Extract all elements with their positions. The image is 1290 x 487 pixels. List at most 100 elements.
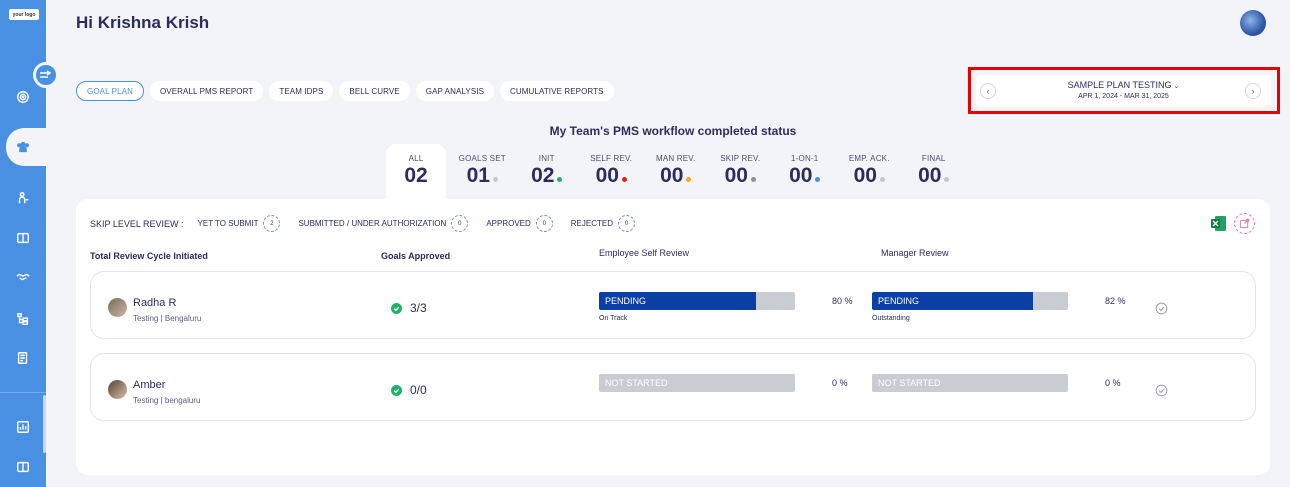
- plan-date-range: APR 1, 2024 - MAR 31, 2025: [1078, 93, 1169, 100]
- employee-row[interactable]: Amber Testing | bengaluru 0/0 NOT STARTED 0 …: [90, 353, 1256, 421]
- employee-row[interactable]: Radha R Testing | Bengaluru 3/3 PENDING 80 %…: [90, 271, 1256, 339]
- target-icon[interactable]: [14, 88, 32, 106]
- handshake-icon[interactable]: [14, 268, 32, 286]
- analytics-icon[interactable]: [14, 418, 32, 436]
- filter-submitted[interactable]: SUBMITTED / UNDER AUTHORIZATION 0: [298, 215, 469, 232]
- status-tab-goals-set[interactable]: GOALS SET 01: [450, 144, 515, 200]
- collapse-sidebar-button[interactable]: [33, 62, 59, 88]
- goals-approved-value: 3/3: [410, 301, 427, 315]
- status-value: 00: [660, 164, 684, 187]
- status-dot: [815, 177, 821, 182]
- status-label: SKIP REV.: [720, 154, 761, 163]
- status-tab-1-on-1[interactable]: 1-ON-1 00: [773, 144, 838, 200]
- manager-review-rating: Outstanding: [872, 315, 910, 322]
- user-avatar[interactable]: [1240, 10, 1266, 36]
- status-tab-man-rev[interactable]: MAN REV. 00: [644, 144, 709, 200]
- count-badge: 0: [451, 215, 469, 232]
- plan-title: SAMPLE PLAN TESTING: [1067, 80, 1172, 90]
- status-dot: [557, 177, 563, 182]
- manager-review-progress-bar: PENDING: [872, 292, 1068, 310]
- complete-review-icon[interactable]: [1155, 384, 1168, 397]
- report-tabs: GOAL PLAN OVERALL PMS REPORT TEAM IDPS B…: [76, 81, 614, 101]
- status-count: 02: [404, 164, 427, 188]
- sidebar-divider: [0, 392, 46, 393]
- filter-approved[interactable]: APPROVED 0: [486, 215, 553, 232]
- employee-department-location: Testing | bengaluru: [133, 396, 201, 405]
- status-count: 02: [531, 164, 563, 188]
- filter-rejected[interactable]: REJECTED 0: [571, 215, 636, 232]
- verified-badge-icon: [391, 385, 402, 396]
- skip-level-review-summary: SKIP LEVEL REVIEW : YET TO SUBMIT 2 SUBM…: [90, 215, 653, 232]
- column-employee-self-review: Employee Self Review: [599, 248, 690, 258]
- tab-gap-analysis[interactable]: GAP ANALYSIS: [415, 81, 495, 101]
- plan-title-dropdown[interactable]: SAMPLE PLAN TESTING ⌄: [976, 80, 1271, 90]
- user-goal-icon[interactable]: [14, 189, 32, 207]
- book-icon[interactable]: [14, 229, 32, 247]
- column-manager-review: Manager Review: [881, 248, 949, 258]
- status-dot: [621, 177, 627, 182]
- manager-review-status: PENDING: [878, 296, 920, 306]
- tab-bell-curve[interactable]: BELL CURVE: [339, 81, 410, 101]
- status-value: 02: [531, 164, 555, 187]
- library-icon[interactable]: [14, 458, 32, 476]
- status-dot: [492, 177, 498, 182]
- status-dot: [686, 177, 692, 182]
- self-review-percent: 0 %: [832, 378, 848, 388]
- status-tab-emp-ack[interactable]: EMP. ACK. 00: [837, 144, 902, 200]
- workflow-status-title: My Team's PMS workflow completed status: [549, 124, 797, 138]
- tab-team-idps[interactable]: TEAM IDPS: [269, 81, 334, 101]
- status-label: EMP. ACK.: [848, 154, 890, 163]
- plan-selector[interactable]: ‹ SAMPLE PLAN TESTING ⌄ APR 1, 2024 - MAR…: [976, 75, 1271, 107]
- status-label: ALL: [408, 154, 424, 163]
- status-tab-skip-rev[interactable]: SKIP REV. 00: [708, 144, 773, 200]
- status-tab-all[interactable]: ALL 02: [386, 144, 446, 200]
- status-count: 00: [596, 164, 627, 188]
- count-badge: 0: [618, 215, 636, 232]
- status-value: 00: [724, 164, 748, 187]
- status-count: 00: [725, 164, 756, 188]
- excel-export-icon[interactable]: [1210, 215, 1227, 232]
- status-tab-self-rev[interactable]: SELF REV. 00: [579, 144, 644, 200]
- count-badge: 2: [263, 215, 281, 232]
- status-label: GOALS SET: [458, 154, 506, 163]
- status-tab-final[interactable]: FINAL 00: [902, 144, 967, 200]
- tab-goal-plan[interactable]: GOAL PLAN: [76, 81, 144, 101]
- document-edit-icon[interactable]: [14, 349, 32, 367]
- status-dot: [944, 177, 950, 182]
- employee-name: Amber: [133, 379, 166, 391]
- filter-yet-to-submit[interactable]: YET TO SUBMIT 2: [198, 215, 281, 232]
- self-review-progress-bar: NOT STARTED: [599, 374, 795, 392]
- share-report-icon[interactable]: [1234, 213, 1255, 234]
- manager-review-status: NOT STARTED: [878, 378, 941, 388]
- status-value: 01: [466, 164, 490, 187]
- company-logo: your logo: [9, 9, 39, 20]
- next-plan-button[interactable]: ›: [1245, 83, 1261, 99]
- tab-overall-pms-report[interactable]: OVERALL PMS REPORT: [149, 81, 264, 101]
- column-goals-approved: Goals Approved: [381, 251, 451, 261]
- self-review-status: NOT STARTED: [605, 378, 668, 388]
- status-value: 00: [595, 164, 619, 187]
- status-count: 00: [854, 164, 885, 188]
- status-value: 00: [789, 164, 813, 187]
- team-icon[interactable]: [14, 138, 32, 156]
- employee-name: Radha R: [133, 297, 177, 309]
- column-cycle-initiated: Total Review Cycle Initiated: [90, 251, 208, 261]
- chevron-down-icon: ⌄: [1173, 83, 1180, 90]
- status-label: FINAL: [921, 154, 946, 163]
- status-label: 1-ON-1: [791, 154, 819, 163]
- workflow-status-tabs: ALL 02 GOALS SET 01 INIT 02 SELF REV. 00 MAN REV…: [386, 144, 966, 200]
- status-count: 00: [918, 164, 950, 188]
- manager-review-percent: 0 %: [1105, 378, 1121, 388]
- complete-review-icon[interactable]: [1155, 302, 1168, 315]
- status-count: 00: [660, 164, 692, 188]
- status-value: 00: [853, 164, 877, 187]
- status-tab-init[interactable]: INIT 02: [515, 144, 580, 200]
- status-label: MAN REV.: [655, 154, 696, 163]
- status-dot: [879, 177, 885, 182]
- org-chart-icon[interactable]: [14, 310, 32, 328]
- status-value: 02: [404, 164, 428, 187]
- self-review-percent: 80 %: [832, 296, 853, 306]
- tab-cumulative-reports[interactable]: CUMULATIVE REPORTS: [500, 81, 614, 101]
- avatar: [108, 380, 127, 399]
- review-card: SKIP LEVEL REVIEW : YET TO SUBMIT 2 SUBM…: [76, 199, 1270, 475]
